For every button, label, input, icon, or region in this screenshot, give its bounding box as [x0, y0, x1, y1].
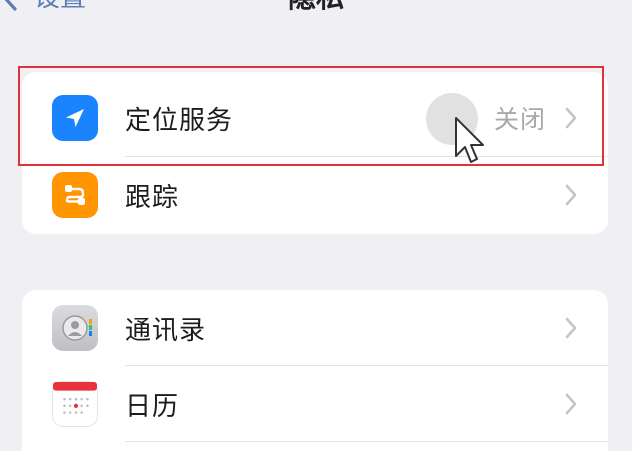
- calendar-icon: [52, 381, 98, 427]
- settings-group-data-access: 通讯录 日历: [22, 290, 608, 451]
- row-label-tracking: 跟踪: [125, 182, 180, 213]
- settings-group-location: 定位服务 关闭 跟踪: [22, 72, 608, 234]
- row-calendar[interactable]: 日历: [22, 366, 608, 442]
- page-title: 隐私: [0, 0, 632, 18]
- chevron-right-icon: [565, 107, 577, 129]
- row-contacts[interactable]: 通讯录: [22, 290, 608, 366]
- privacy-settings-screen: 设置 隐私 定位服务 关闭: [0, 0, 632, 451]
- chevron-right-icon: [565, 317, 577, 339]
- row-label-calendar: 日历: [125, 391, 180, 422]
- row-location-services[interactable]: 定位服务 关闭: [22, 80, 608, 156]
- row-label-location-services: 定位服务: [125, 105, 234, 136]
- location-services-status: 关闭: [493, 105, 546, 134]
- tracking-icon: [52, 172, 98, 218]
- chevron-right-icon: [565, 184, 577, 206]
- contacts-icon: [52, 305, 98, 351]
- row-tracking[interactable]: 跟踪: [22, 157, 608, 233]
- mouse-cursor-icon: [455, 117, 484, 163]
- navigation-bar: 设置 隐私: [0, 0, 632, 18]
- row-label-contacts: 通讯录: [125, 315, 207, 346]
- row-separator: [125, 441, 608, 442]
- location-arrow-icon: [52, 95, 98, 141]
- chevron-right-icon: [565, 393, 577, 415]
